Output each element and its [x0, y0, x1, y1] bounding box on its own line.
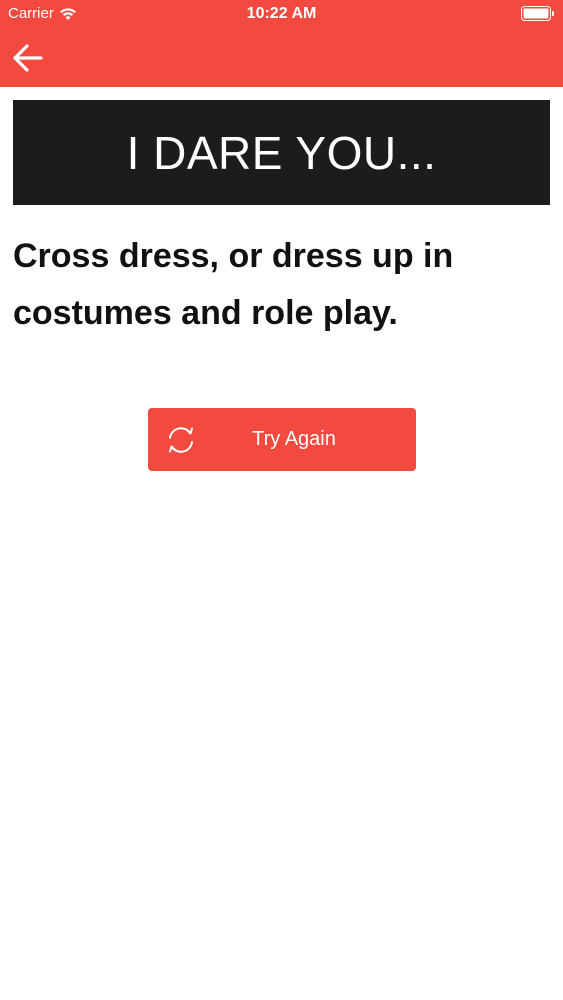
try-again-button[interactable]: Try Again [148, 408, 416, 471]
banner-title: I DARE YOU... [126, 126, 437, 179]
battery-icon [521, 6, 554, 21]
dare-banner: I DARE YOU... [13, 100, 550, 205]
status-bar: Carrier 10:22 AM [0, 0, 563, 28]
app-screen: Carrier 10:22 AM I DARE YOU... Cross dre… [0, 0, 563, 1000]
status-time: 10:22 AM [246, 5, 317, 22]
arrow-left-icon [13, 44, 43, 72]
header: Carrier 10:22 AM [0, 0, 563, 87]
dare-text: Cross dress, or dress up in costumes and… [13, 237, 454, 332]
try-again-label: Try Again [252, 428, 336, 450]
back-button[interactable] [10, 40, 46, 76]
refresh-icon [169, 427, 193, 453]
